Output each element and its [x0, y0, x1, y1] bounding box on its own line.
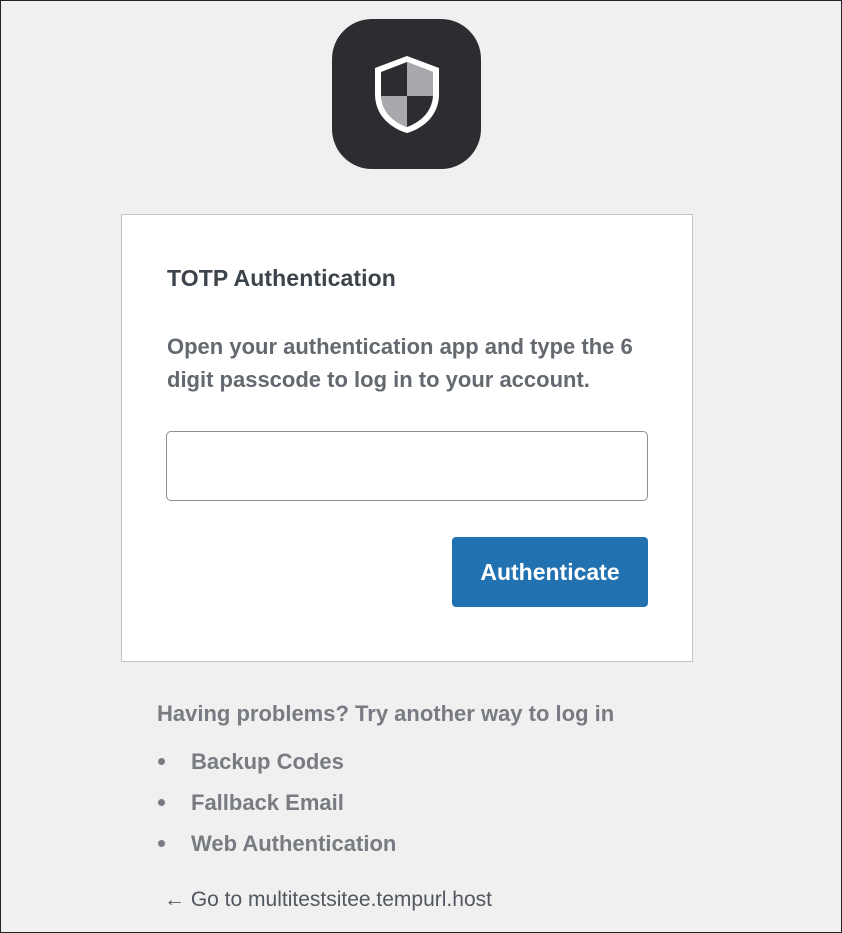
login-card: TOTP Authentication Open your authentica…: [121, 214, 693, 662]
card-title: TOTP Authentication: [167, 265, 396, 291]
instructions-text: Open your authentication app and type th…: [167, 334, 633, 392]
back-to-site-link[interactable]: ← Go to multitestsitee.tempurl.host: [164, 888, 492, 912]
backup-codes-link[interactable]: Backup Codes: [191, 749, 344, 775]
shield-icon: [374, 56, 439, 133]
bullet-icon: [158, 840, 165, 847]
web-authentication-link[interactable]: Web Authentication: [191, 831, 396, 857]
authenticate-button[interactable]: Authenticate: [452, 537, 648, 607]
alternatives-heading: Having problems? Try another way to log …: [157, 701, 615, 726]
alternative-methods-list: Backup Codes Fallback Email Web Authenti…: [157, 741, 396, 864]
list-item: Web Authentication: [157, 823, 396, 864]
list-item: Fallback Email: [157, 782, 396, 823]
site-logo: [332, 19, 481, 169]
bullet-icon: [158, 799, 165, 806]
passcode-input[interactable]: [166, 431, 648, 501]
fallback-email-link[interactable]: Fallback Email: [191, 790, 344, 816]
list-item: Backup Codes: [157, 741, 396, 782]
bullet-icon: [158, 758, 165, 765]
